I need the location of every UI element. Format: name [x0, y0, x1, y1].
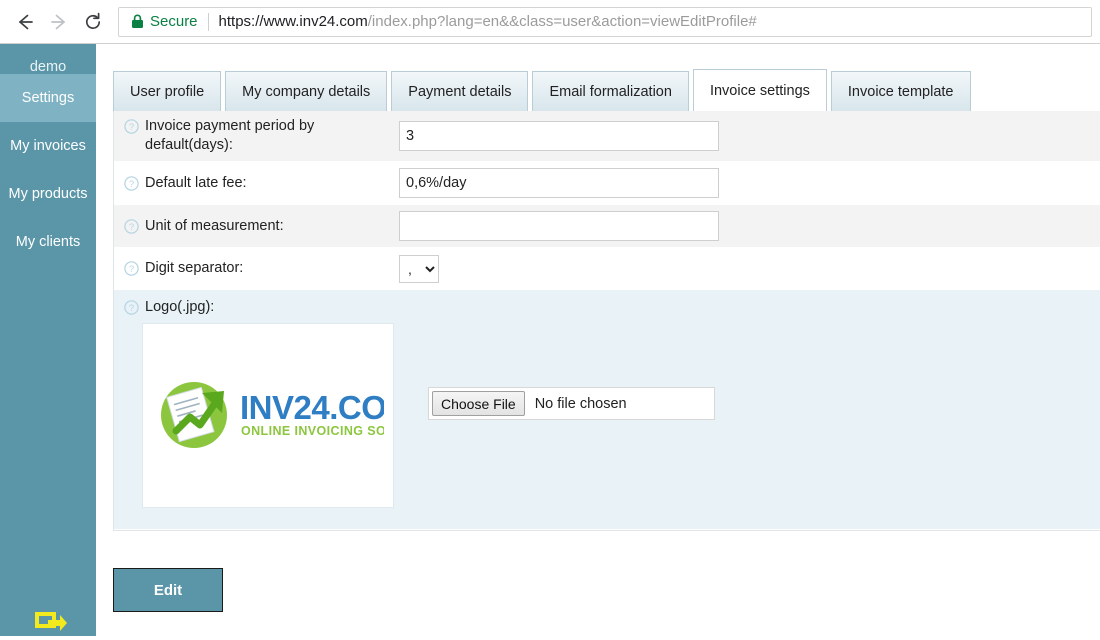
logo-preview: INV24.COM ONLINE INVOICING SOFTWARE: [142, 323, 441, 508]
svg-text:?: ?: [129, 179, 134, 190]
late-fee-input[interactable]: [399, 168, 719, 198]
url-path: /index.php?lang=en&&class=user&action=vi…: [367, 13, 757, 30]
tab-bar: User profile My company details Payment …: [113, 69, 1100, 111]
help-question-icon[interactable]: ?: [124, 119, 139, 134]
svg-text:?: ?: [129, 303, 134, 314]
payment-period-input[interactable]: [399, 121, 719, 151]
invoice-settings-panel: ? Invoice payment period by default(days…: [113, 111, 1100, 531]
unit-of-measurement-input[interactable]: [399, 211, 719, 241]
browser-toolbar: Secure https://www.inv24.com/index.php?l…: [0, 0, 1100, 44]
sidebar-item-my-products[interactable]: My products: [0, 170, 96, 218]
tab-payment-details[interactable]: Payment details: [391, 71, 529, 111]
sidebar-item-label: My invoices: [10, 138, 86, 154]
svg-text:?: ?: [129, 264, 134, 275]
field-control: , .: [399, 254, 1100, 283]
page-body: demo Settings My invoices My products My…: [0, 44, 1100, 636]
svg-text:?: ?: [129, 222, 134, 233]
tab-label: Payment details: [408, 83, 512, 100]
form-row-logo: ? Logo(.jpg): INV24.CO ONLINE INVOICING …: [114, 290, 1100, 530]
reload-icon: [82, 11, 104, 33]
field-label-wrap: ? Unit of measurement:: [114, 217, 399, 236]
sidebar-item-label: My clients: [15, 234, 81, 250]
tab-label: Invoice settings: [709, 82, 810, 99]
help-question-icon[interactable]: ?: [124, 175, 139, 191]
form-row-unit-of-measurement: ? Unit of measurement:: [114, 205, 1100, 248]
forward-button[interactable]: [42, 5, 76, 39]
back-arrow-icon: [14, 11, 36, 33]
logo-label: Logo(.jpg):: [145, 298, 215, 315]
logo-file-input[interactable]: Choose File No file chosen: [428, 387, 715, 420]
tab-user-profile[interactable]: User profile: [113, 71, 222, 111]
field-control: [399, 121, 1100, 151]
sidebar-item-label: My products: [8, 186, 88, 202]
inv24-logo-icon: INV24.COM ONLINE INVOICING SOFTWARE: [152, 373, 441, 458]
logo-body: INV24.COM ONLINE INVOICING SOFTWARE Choo…: [114, 323, 1100, 524]
form-row-digit-separator: ? Digit separator: , .: [114, 248, 1100, 290]
tab-label: Email formalization: [549, 83, 672, 100]
tab-label: My company details: [242, 83, 371, 100]
sidebar-item-my-invoices[interactable]: My invoices: [0, 122, 96, 170]
field-label: Unit of measurement:: [145, 217, 284, 234]
svg-text:?: ?: [129, 122, 134, 133]
url-text: https://www.inv24.com/index.php?lang=en&…: [219, 13, 757, 30]
field-control: [399, 168, 1100, 198]
svg-text:INV24.COM: INV24.COM: [240, 389, 384, 426]
tab-my-company-details[interactable]: My company details: [225, 71, 388, 111]
choose-file-button[interactable]: Choose File: [432, 391, 525, 416]
sidebar-brand: demo: [29, 59, 67, 75]
help-question-icon[interactable]: ?: [124, 218, 139, 234]
url-host: https://www.inv24.com: [218, 13, 368, 30]
field-label: Digit separator:: [145, 260, 244, 276]
tab-email-formalization[interactable]: Email formalization: [532, 71, 689, 111]
reload-button[interactable]: [76, 5, 110, 39]
field-control: [399, 211, 1100, 241]
content-area: User profile My company details Payment …: [96, 44, 1100, 636]
no-file-chosen-label: No file chosen: [534, 395, 627, 412]
logo-label-wrap: ? Logo(.jpg):: [114, 290, 1100, 323]
tab-label: Invoice template: [847, 83, 954, 100]
lock-icon: [131, 14, 144, 29]
tab-invoice-settings[interactable]: Invoice settings: [692, 69, 827, 111]
sidebar: demo Settings My invoices My products My…: [0, 44, 96, 636]
help-question-icon[interactable]: ?: [124, 261, 139, 276]
forward-arrow-icon: [48, 11, 70, 33]
field-label-wrap: ? Digit separator:: [114, 259, 399, 278]
field-label-wrap: ? Invoice payment period by default(days…: [114, 117, 399, 155]
digit-separator-select[interactable]: , .: [399, 254, 439, 283]
tab-invoice-template[interactable]: Invoice template: [830, 71, 971, 111]
image-export-icon[interactable]: [34, 606, 68, 636]
help-question-icon[interactable]: ?: [124, 300, 139, 315]
form-row-late-fee: ? Default late fee:: [114, 162, 1100, 205]
field-label: Default late fee:: [145, 174, 247, 191]
sidebar-item-label: Settings: [21, 90, 75, 106]
secure-label: Secure: [150, 13, 198, 30]
field-label-wrap: ? Default late fee:: [114, 174, 399, 193]
tab-label: User profile: [130, 83, 205, 100]
back-button[interactable]: [8, 5, 42, 39]
address-bar[interactable]: Secure https://www.inv24.com/index.php?l…: [118, 6, 1092, 37]
edit-button[interactable]: Edit: [113, 568, 223, 612]
omnibox-divider: [207, 12, 209, 31]
field-label: Invoice payment period by default(days):: [145, 118, 315, 153]
svg-text:ONLINE INVOICING SOFTWARE: ONLINE INVOICING SOFTWARE: [241, 424, 384, 438]
sidebar-item-my-clients[interactable]: My clients: [0, 218, 96, 266]
form-row-payment-period: ? Invoice payment period by default(days…: [114, 111, 1100, 162]
